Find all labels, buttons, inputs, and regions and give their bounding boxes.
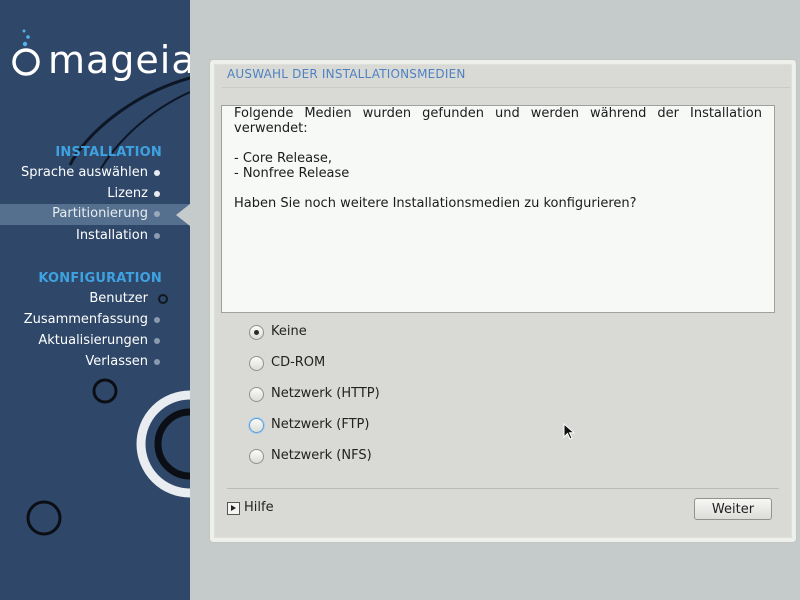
media-list-item: - Nonfree Release <box>234 166 350 181</box>
nav-item-label: Lizenz <box>107 186 148 201</box>
mouse-cursor-icon <box>563 423 575 440</box>
section-title-configuration: KONFIGURATION <box>38 271 162 286</box>
step-current-dot-icon <box>154 211 160 217</box>
nav-item-license: Lizenz <box>0 184 190 205</box>
nav-item-label: Sprache auswählen <box>21 165 148 180</box>
sidebar: mageia INSTALLATION Sprache auswählen Li… <box>0 0 190 600</box>
nav-item-label: Zusammenfassung <box>23 312 148 327</box>
step-pending-dot-icon <box>154 233 160 239</box>
nav-item-label: Partitionierung <box>52 206 148 221</box>
option-label[interactable]: Netzwerk (FTP) <box>271 417 369 432</box>
media-info-box: Folgende Medien wurden gefunden und werd… <box>221 105 775 313</box>
help-label[interactable]: Hilfe <box>244 500 274 515</box>
radio-button[interactable] <box>249 387 264 402</box>
nav-item-exit: Verlassen <box>0 352 190 373</box>
step-pending-dot-icon <box>154 359 160 365</box>
nav-item-installation: Installation <box>0 226 190 247</box>
section-title-installation: INSTALLATION <box>55 145 162 160</box>
page-title: AUSWAHL DER INSTALLATIONSMEDIEN <box>227 67 466 81</box>
option-label[interactable]: Netzwerk (NFS) <box>271 448 372 463</box>
step-ring-icon <box>158 294 168 304</box>
step-pending-dot-icon <box>154 317 160 323</box>
step-pending-dot-icon <box>154 338 160 344</box>
radio-button[interactable] <box>249 325 264 340</box>
step-done-dot-icon <box>154 170 160 176</box>
radio-button[interactable] <box>249 356 264 371</box>
nav-item-language: Sprache auswählen <box>0 163 190 184</box>
option-label[interactable]: Keine <box>271 324 307 339</box>
media-list-item: - Core Release, <box>234 151 332 166</box>
footer-divider <box>227 488 779 489</box>
nav-item-updates: Aktualisierungen <box>0 331 190 352</box>
option-label[interactable]: CD-ROM <box>271 355 325 370</box>
option-label[interactable]: Netzwerk (HTTP) <box>271 386 380 401</box>
radio-button[interactable] <box>249 449 264 464</box>
nav-item-users: Benutzer <box>0 289 190 310</box>
nav-item-label: Benutzer <box>89 291 148 306</box>
mageia-logo-icon <box>12 29 40 76</box>
nav-item-label: Aktualisierungen <box>38 333 148 348</box>
nav-item-label: Installation <box>75 228 148 243</box>
current-step-arrow-icon <box>176 204 190 226</box>
nav-item-summary: Zusammenfassung <box>0 310 190 331</box>
expander-arrow-icon[interactable] <box>227 502 240 515</box>
next-button[interactable]: Weiter <box>694 498 772 520</box>
radio-button[interactable] <box>249 418 264 433</box>
nav-item-label: Verlassen <box>85 354 148 369</box>
nav-item-partitioning: Partitionierung <box>0 204 190 226</box>
info-question-text: Haben Sie noch weitere Installationsmedi… <box>234 196 637 211</box>
title-divider <box>222 87 790 88</box>
step-done-dot-icon <box>154 191 160 197</box>
info-intro-text: Folgende Medien wurden gefunden und werd… <box>234 106 762 136</box>
brand-logo-text: mageia <box>48 38 190 82</box>
main-panel: AUSWAHL DER INSTALLATIONSMEDIEN Folgende… <box>209 59 797 543</box>
